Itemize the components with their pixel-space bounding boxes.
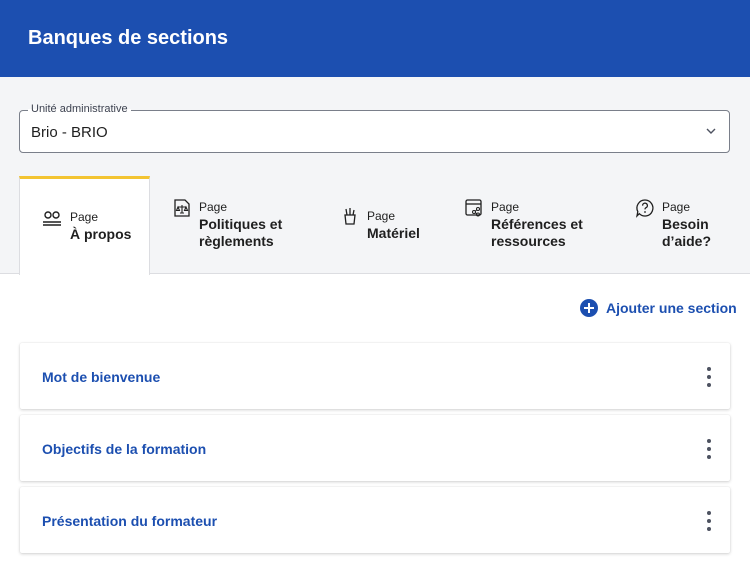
tab-references-ressources[interactable]: Page Références et ressources xyxy=(434,176,604,274)
plus-circle-icon xyxy=(580,299,598,317)
section-title: Mot de bienvenue xyxy=(42,369,161,385)
tab-prefix: Page xyxy=(367,209,396,223)
section-card[interactable]: Présentation du formateur xyxy=(20,487,730,553)
tab-prefix: Page xyxy=(662,200,691,214)
tab-politiques-reglements[interactable]: Page Politiques et règlements xyxy=(150,176,310,274)
more-options-icon[interactable] xyxy=(704,510,714,532)
page-title: Banques de sections xyxy=(28,27,229,49)
unit-select-value: Brio - BRIO xyxy=(31,124,108,141)
chevron-down-icon xyxy=(706,128,716,134)
tab-label: Références et ressources xyxy=(491,216,583,249)
add-section-label: Ajouter une section xyxy=(606,300,737,316)
people-icon xyxy=(43,211,61,226)
tab-materiel[interactable]: Page Matériel xyxy=(310,176,434,274)
tab-label: Matériel xyxy=(367,225,420,241)
tab-label: Politiques et règlements xyxy=(199,216,283,249)
section-title: Présentation du formateur xyxy=(42,513,218,529)
section-card[interactable]: Objectifs de la formation xyxy=(20,415,730,481)
tab-prefix: Page xyxy=(70,210,99,224)
more-options-icon[interactable] xyxy=(704,438,714,460)
unit-select-label: Unité administrative xyxy=(28,103,131,115)
section-card[interactable]: Mot de bienvenue xyxy=(20,343,730,409)
scale-document-icon xyxy=(174,199,190,217)
supplies-cup-icon xyxy=(344,208,356,225)
app-header: Banques de sections xyxy=(0,0,750,77)
help-bubble-icon xyxy=(635,199,654,218)
unit-select[interactable]: Unité administrative Brio - BRIO xyxy=(19,103,730,153)
tab-prefix: Page xyxy=(199,200,228,214)
tab-label: Besoin d’aide? xyxy=(662,216,712,249)
add-section-button[interactable]: Ajouter une section xyxy=(580,298,737,318)
section-title: Objectifs de la formation xyxy=(42,441,207,457)
tab-a-propos[interactable]: Page À propos xyxy=(19,176,150,275)
more-options-icon[interactable] xyxy=(704,366,714,388)
tab-prefix: Page xyxy=(491,200,520,214)
tab-label: À propos xyxy=(70,226,132,242)
browser-share-icon xyxy=(465,199,482,217)
tab-besoin-aide[interactable]: Page Besoin d’aide? xyxy=(604,176,750,274)
